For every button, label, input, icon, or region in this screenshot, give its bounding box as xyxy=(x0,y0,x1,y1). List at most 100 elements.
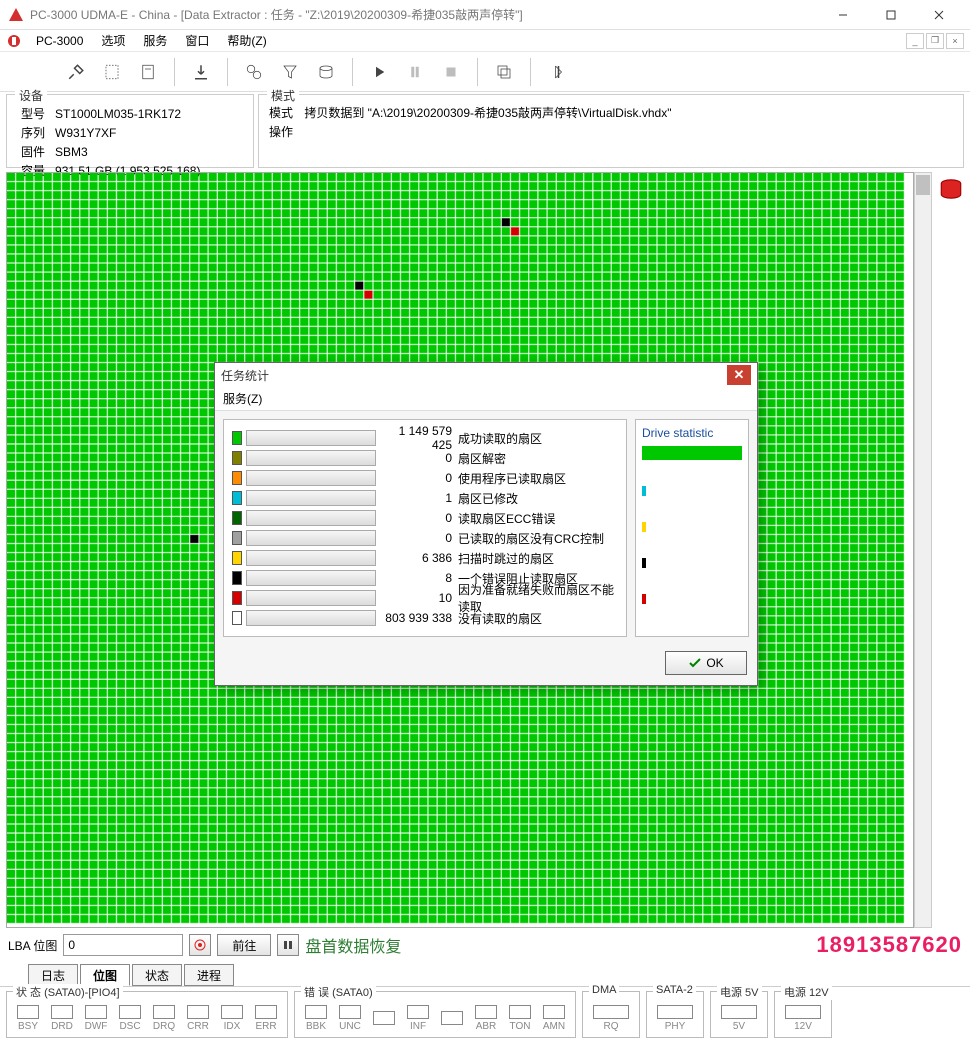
menu-help[interactable]: 帮助(Z) xyxy=(219,30,274,51)
stat-row: 0 扇区解密 xyxy=(232,448,618,468)
stat-value: 6 386 xyxy=(378,551,458,565)
stat-row: 0 已读取的扇区没有CRC控制 xyxy=(232,528,618,548)
status-box xyxy=(187,1005,209,1019)
window-title: PC-3000 UDMA-E - China - [Data Extractor… xyxy=(30,6,820,23)
toolbar-disk-icon[interactable] xyxy=(310,56,342,88)
toolbar-exit-icon[interactable] xyxy=(541,56,573,88)
toolbar-calc-icon[interactable] xyxy=(132,56,164,88)
lba-input[interactable] xyxy=(63,934,183,956)
dialog-ok-label: OK xyxy=(706,656,723,670)
stat-value: 1 xyxy=(378,491,458,505)
menu-options[interactable]: 选项 xyxy=(93,30,133,51)
lba-label: LBA 位图 xyxy=(8,937,57,954)
status-label: PHY xyxy=(665,1021,686,1032)
stat-color-chip xyxy=(232,531,242,545)
dialog-title: 任务统计 xyxy=(221,367,727,384)
goto-button[interactable]: 前往 xyxy=(217,934,271,956)
status-label: 5V xyxy=(733,1021,745,1032)
stat-bar xyxy=(246,470,376,486)
status-box xyxy=(153,1005,175,1019)
stat-bar xyxy=(246,510,376,526)
app-icon xyxy=(8,7,24,23)
mdi-minimize-button[interactable]: _ xyxy=(906,33,924,49)
stat-bar xyxy=(246,590,376,606)
status-group-legend: SATA-2 xyxy=(653,984,696,996)
device-firmware-value: SBM3 xyxy=(51,143,204,160)
lba-target-icon[interactable] xyxy=(189,934,211,956)
dialog-ok-button[interactable]: OK xyxy=(665,651,747,675)
status-label: DWF xyxy=(85,1021,108,1032)
task-stats-dialog: 任务统计 ✕ 服务(Z) 1 149 579 425 成功读取的扇区 0 扇区解… xyxy=(214,362,758,686)
status-group: 电源 12V12V xyxy=(774,991,832,1038)
stat-color-chip xyxy=(232,451,242,465)
toolbar-copy-icon[interactable] xyxy=(488,56,520,88)
control-row: LBA 位图 前往 盘首数据恢复 18913587620 xyxy=(0,930,970,960)
stat-color-chip xyxy=(232,511,242,525)
status-box xyxy=(305,1005,327,1019)
mdi-close-button[interactable]: × xyxy=(946,33,964,49)
menu-services[interactable]: 服务 xyxy=(135,30,175,51)
mode-value: 拷贝数据到 "A:\2019\20200309-希捷035敲两声停转\Virtu… xyxy=(304,106,671,120)
status-box xyxy=(721,1005,757,1019)
stat-label: 读取扇区ECC错误 xyxy=(458,510,618,527)
stat-bar xyxy=(246,430,376,446)
status-group: 状 态 (SATA0)-[PIO4]BSYDRDDWFDSCDRQCRRIDXE… xyxy=(6,991,288,1038)
phone-watermark: 18913587620 xyxy=(816,932,962,958)
mdi-restore-button[interactable]: ❐ xyxy=(926,33,944,49)
sector-map-scrollbar[interactable] xyxy=(914,172,932,928)
menubar: PC-3000 选项 服务 窗口 帮助(Z) _ ❐ × xyxy=(0,30,970,52)
status-indicator: 12V xyxy=(781,1005,825,1032)
toolbar-play-icon[interactable] xyxy=(363,56,395,88)
status-label: CRR xyxy=(187,1021,209,1032)
stat-row: 803 939 338 没有读取的扇区 xyxy=(232,608,618,628)
toolbar-import-icon[interactable] xyxy=(185,56,217,88)
status-indicator: 5V xyxy=(717,1005,761,1032)
status-indicator: CRR xyxy=(183,1005,213,1032)
side-disk-icon[interactable] xyxy=(936,174,966,204)
status-box xyxy=(221,1005,243,1019)
stat-value: 8 xyxy=(378,571,458,585)
stat-bar xyxy=(246,550,376,566)
stats-panel: 1 149 579 425 成功读取的扇区 0 扇区解密 0 使用程序已读取扇区… xyxy=(223,419,627,637)
window-maximize-button[interactable] xyxy=(868,0,914,30)
stat-color-chip xyxy=(232,571,242,585)
tab-bitmap[interactable]: 位图 xyxy=(80,964,130,986)
dialog-close-button[interactable]: ✕ xyxy=(727,365,751,385)
toolbar-script-icon[interactable] xyxy=(96,56,128,88)
status-indicator: INF xyxy=(403,1005,433,1032)
status-indicator: IDX xyxy=(217,1005,247,1032)
titlebar: PC-3000 UDMA-E - China - [Data Extractor… xyxy=(0,0,970,30)
window-close-button[interactable] xyxy=(916,0,962,30)
toolbar-search-icon[interactable] xyxy=(238,56,270,88)
stat-label: 扇区已修改 xyxy=(458,490,618,507)
check-icon xyxy=(688,657,702,669)
stat-label: 扇区解密 xyxy=(458,450,618,467)
stat-label: 成功读取的扇区 xyxy=(458,430,618,447)
status-box xyxy=(407,1005,429,1019)
tab-log[interactable]: 日志 xyxy=(28,964,78,986)
stat-color-chip xyxy=(232,431,242,445)
status-box xyxy=(785,1005,821,1019)
tabs-row: 日志 位图 状态 进程 xyxy=(20,960,970,986)
toolbar-tools-icon[interactable] xyxy=(60,56,92,88)
toolbar-filter-icon[interactable] xyxy=(274,56,306,88)
tab-status[interactable]: 状态 xyxy=(132,964,182,986)
drive-bar xyxy=(642,486,646,496)
status-bar: 状 态 (SATA0)-[PIO4]BSYDRDDWFDSCDRQCRRIDXE… xyxy=(0,986,970,1042)
pause-small-icon[interactable] xyxy=(277,934,299,956)
menu-window[interactable]: 窗口 xyxy=(177,30,217,51)
status-indicator: PHY xyxy=(653,1005,697,1032)
status-group-legend: 电源 5V xyxy=(717,984,762,1000)
dialog-menu-services[interactable]: 服务(Z) xyxy=(215,387,757,411)
status-indicator: BSY xyxy=(13,1005,43,1032)
menu-app-label[interactable]: PC-3000 xyxy=(28,32,91,50)
toolbar-stop-icon[interactable] xyxy=(435,56,467,88)
window-minimize-button[interactable] xyxy=(820,0,866,30)
toolbar-pause-icon[interactable] xyxy=(399,56,431,88)
status-box xyxy=(17,1005,39,1019)
stat-value: 10 xyxy=(378,591,458,605)
status-indicator: ABR xyxy=(471,1005,501,1032)
mode-legend: 模式 xyxy=(267,87,299,104)
tab-process[interactable]: 进程 xyxy=(184,964,234,986)
stat-color-chip xyxy=(232,591,242,605)
